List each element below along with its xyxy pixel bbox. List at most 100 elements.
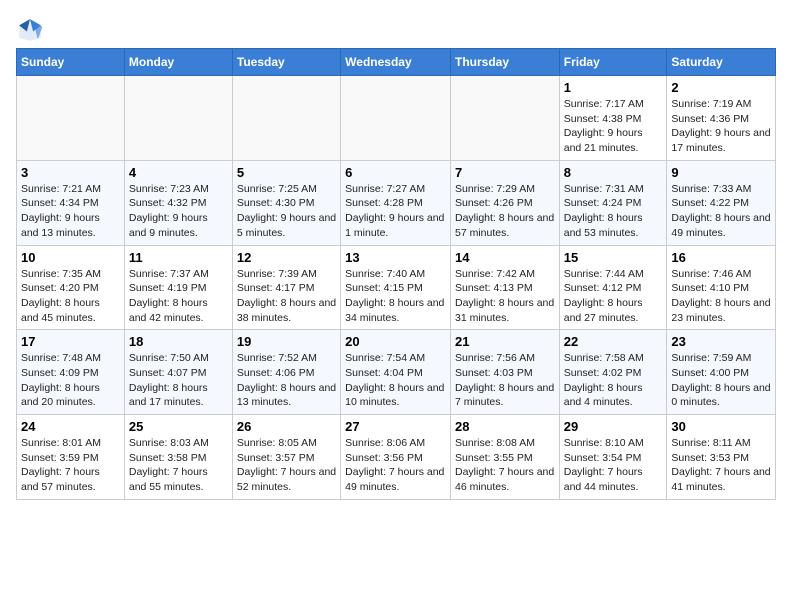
calendar-cell: 3Sunrise: 7:21 AMSunset: 4:34 PMDaylight… <box>17 160 125 245</box>
calendar-cell: 22 Sunrise: 7:58 AMSunset: 4:02 PMDayligh… <box>559 330 667 415</box>
day-number: 14 <box>455 250 555 265</box>
day-info: Sunrise: 8:08 AMSunset: 3:55 PMDaylight:… <box>455 436 555 495</box>
calendar-cell: 18 Sunrise: 7:50 AMSunset: 4:07 PMDayligh… <box>124 330 232 415</box>
day-info: Sunrise: 8:10 AMSunset: 3:54 PMDaylight:… <box>564 436 663 495</box>
day-info: Sunrise: 8:06 AMSunset: 3:56 PMDaylight:… <box>345 436 446 495</box>
day-info: Sunrise: 7:46 AMSunset: 4:10 PMDaylight:… <box>671 267 771 326</box>
calendar-cell: 2Sunrise: 7:19 AMSunset: 4:36 PMDaylight… <box>667 76 776 161</box>
day-info: Sunrise: 7:33 AMSunset: 4:22 PMDaylight:… <box>671 182 771 241</box>
calendar-cell <box>17 76 125 161</box>
day-info: Sunrise: 8:05 AMSunset: 3:57 PMDaylight:… <box>237 436 336 495</box>
calendar-cell: 10 Sunrise: 7:35 AMSunset: 4:20 PMDayligh… <box>17 245 125 330</box>
calendar-cell: 4 Sunrise: 7:23 AMSunset: 4:32 PMDaylight… <box>124 160 232 245</box>
day-number: 19 <box>237 334 336 349</box>
day-number: 17 <box>21 334 120 349</box>
week-row-4: 17Sunrise: 7:48 AMSunset: 4:09 PMDayligh… <box>17 330 776 415</box>
weekday-header-thursday: Thursday <box>450 49 559 76</box>
calendar-header: SundayMondayTuesdayWednesdayThursdayFrid… <box>17 49 776 76</box>
day-info: Sunrise: 7:31 AMSunset: 4:24 PMDaylight:… <box>564 182 663 241</box>
day-info: Sunrise: 7:58 AMSunset: 4:02 PMDaylight:… <box>564 351 663 410</box>
calendar-cell: 8 Sunrise: 7:31 AMSunset: 4:24 PMDaylight… <box>559 160 667 245</box>
day-number: 5 <box>237 165 336 180</box>
calendar-cell: 11 Sunrise: 7:37 AMSunset: 4:19 PMDayligh… <box>124 245 232 330</box>
day-info: Sunrise: 7:52 AMSunset: 4:06 PMDaylight:… <box>237 351 336 410</box>
calendar-cell: 26 Sunrise: 8:05 AMSunset: 3:57 PMDayligh… <box>232 415 340 500</box>
calendar-cell: 6 Sunrise: 7:27 AMSunset: 4:28 PMDaylight… <box>341 160 451 245</box>
day-info: Sunrise: 8:11 AMSunset: 3:53 PMDaylight:… <box>671 436 771 495</box>
day-number: 16 <box>671 250 771 265</box>
day-number: 28 <box>455 419 555 434</box>
calendar-cell: 28 Sunrise: 8:08 AMSunset: 3:55 PMDayligh… <box>450 415 559 500</box>
day-number: 20 <box>345 334 446 349</box>
calendar-cell: 1 Sunrise: 7:17 AMSunset: 4:38 PMDaylight… <box>559 76 667 161</box>
calendar-body: 1 Sunrise: 7:17 AMSunset: 4:38 PMDaylight… <box>17 76 776 500</box>
day-number: 23 <box>671 334 771 349</box>
logo <box>16 16 48 44</box>
day-number: 27 <box>345 419 446 434</box>
day-number: 25 <box>129 419 228 434</box>
calendar-cell: 14 Sunrise: 7:42 AMSunset: 4:13 PMDayligh… <box>450 245 559 330</box>
calendar-cell: 9 Sunrise: 7:33 AMSunset: 4:22 PMDaylight… <box>667 160 776 245</box>
weekday-header-wednesday: Wednesday <box>341 49 451 76</box>
day-number: 26 <box>237 419 336 434</box>
calendar-table: SundayMondayTuesdayWednesdayThursdayFrid… <box>16 48 776 500</box>
day-info: Sunrise: 7:40 AMSunset: 4:15 PMDaylight:… <box>345 267 446 326</box>
day-number: 24 <box>21 419 120 434</box>
calendar-cell: 20 Sunrise: 7:54 AMSunset: 4:04 PMDayligh… <box>341 330 451 415</box>
day-info: Sunrise: 7:27 AMSunset: 4:28 PMDaylight:… <box>345 182 446 241</box>
logo-icon <box>16 16 44 44</box>
day-number: 4 <box>129 165 228 180</box>
day-number: 10 <box>21 250 120 265</box>
calendar-cell: 15Sunrise: 7:44 AMSunset: 4:12 PMDayligh… <box>559 245 667 330</box>
day-info: Sunrise: 7:35 AMSunset: 4:20 PMDaylight:… <box>21 267 120 326</box>
calendar-cell: 17Sunrise: 7:48 AMSunset: 4:09 PMDayligh… <box>17 330 125 415</box>
calendar-cell: 25Sunrise: 8:03 AMSunset: 3:58 PMDayligh… <box>124 415 232 500</box>
day-number: 21 <box>455 334 555 349</box>
week-row-2: 3Sunrise: 7:21 AMSunset: 4:34 PMDaylight… <box>17 160 776 245</box>
calendar-cell: 24 Sunrise: 8:01 AMSunset: 3:59 PMDayligh… <box>17 415 125 500</box>
day-number: 6 <box>345 165 446 180</box>
day-info: Sunrise: 7:19 AMSunset: 4:36 PMDaylight:… <box>671 97 771 156</box>
day-number: 30 <box>671 419 771 434</box>
day-number: 1 <box>564 80 663 95</box>
calendar-cell: 5 Sunrise: 7:25 AMSunset: 4:30 PMDaylight… <box>232 160 340 245</box>
day-info: Sunrise: 7:25 AMSunset: 4:30 PMDaylight:… <box>237 182 336 241</box>
calendar-cell: 7Sunrise: 7:29 AMSunset: 4:26 PMDaylight… <box>450 160 559 245</box>
day-number: 3 <box>21 165 120 180</box>
calendar-cell: 29 Sunrise: 8:10 AMSunset: 3:54 PMDayligh… <box>559 415 667 500</box>
calendar-cell: 21Sunrise: 7:56 AMSunset: 4:03 PMDayligh… <box>450 330 559 415</box>
day-number: 18 <box>129 334 228 349</box>
weekday-header-tuesday: Tuesday <box>232 49 340 76</box>
calendar-cell <box>450 76 559 161</box>
day-info: Sunrise: 7:54 AMSunset: 4:04 PMDaylight:… <box>345 351 446 410</box>
day-number: 9 <box>671 165 771 180</box>
calendar-cell: 12 Sunrise: 7:39 AMSunset: 4:17 PMDayligh… <box>232 245 340 330</box>
week-row-5: 24 Sunrise: 8:01 AMSunset: 3:59 PMDayligh… <box>17 415 776 500</box>
day-info: Sunrise: 7:17 AMSunset: 4:38 PMDaylight:… <box>564 97 663 156</box>
day-info: Sunrise: 7:42 AMSunset: 4:13 PMDaylight:… <box>455 267 555 326</box>
day-info: Sunrise: 7:23 AMSunset: 4:32 PMDaylight:… <box>129 182 228 241</box>
week-row-1: 1 Sunrise: 7:17 AMSunset: 4:38 PMDaylight… <box>17 76 776 161</box>
weekday-header-friday: Friday <box>559 49 667 76</box>
day-number: 22 <box>564 334 663 349</box>
weekday-header-saturday: Saturday <box>667 49 776 76</box>
day-number: 11 <box>129 250 228 265</box>
calendar-cell: 30 Sunrise: 8:11 AMSunset: 3:53 PMDayligh… <box>667 415 776 500</box>
day-number: 7 <box>455 165 555 180</box>
page-header <box>16 16 776 44</box>
calendar-cell: 13Sunrise: 7:40 AMSunset: 4:15 PMDayligh… <box>341 245 451 330</box>
calendar-cell <box>232 76 340 161</box>
weekday-header-sunday: Sunday <box>17 49 125 76</box>
weekday-header-monday: Monday <box>124 49 232 76</box>
day-info: Sunrise: 8:01 AMSunset: 3:59 PMDaylight:… <box>21 436 120 495</box>
day-info: Sunrise: 7:37 AMSunset: 4:19 PMDaylight:… <box>129 267 228 326</box>
calendar-cell <box>341 76 451 161</box>
day-number: 29 <box>564 419 663 434</box>
day-info: Sunrise: 7:39 AMSunset: 4:17 PMDaylight:… <box>237 267 336 326</box>
calendar-cell: 19 Sunrise: 7:52 AMSunset: 4:06 PMDayligh… <box>232 330 340 415</box>
calendar-cell <box>124 76 232 161</box>
day-info: Sunrise: 7:50 AMSunset: 4:07 PMDaylight:… <box>129 351 228 410</box>
day-number: 8 <box>564 165 663 180</box>
day-number: 12 <box>237 250 336 265</box>
calendar-cell: 27 Sunrise: 8:06 AMSunset: 3:56 PMDayligh… <box>341 415 451 500</box>
